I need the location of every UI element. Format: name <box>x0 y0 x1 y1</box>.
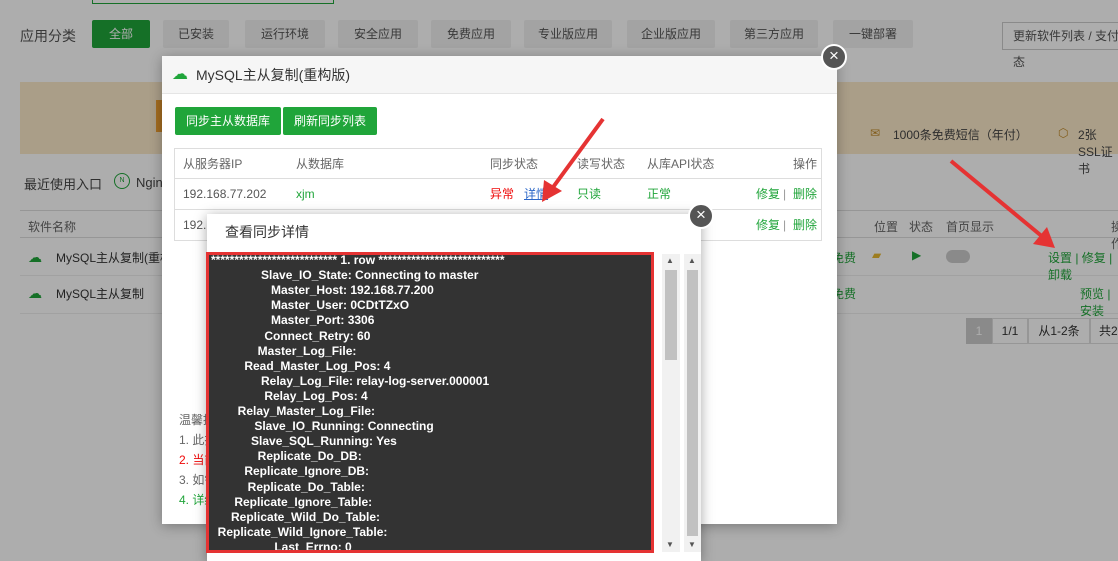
annotation-arrows <box>542 117 1055 248</box>
arrow-to-settings <box>949 159 1055 248</box>
arrow-to-detail <box>542 117 605 202</box>
